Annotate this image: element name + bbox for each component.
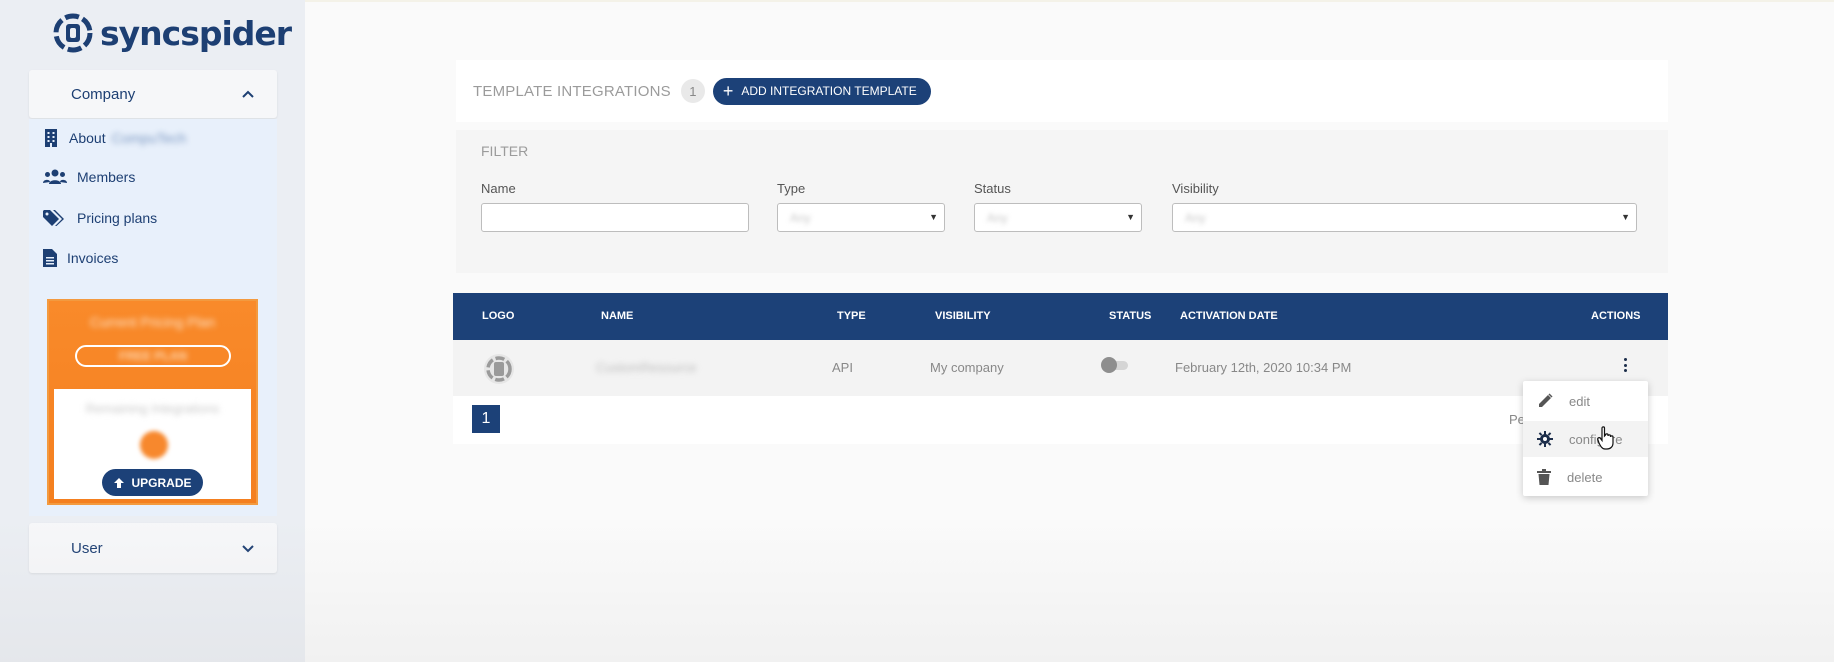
brand-logo[interactable]: syncspider xyxy=(52,12,292,54)
sidebar-item-about[interactable]: About CompuTech xyxy=(43,129,186,147)
row-name[interactable]: CustomResource xyxy=(596,360,696,375)
pagination: 1 Pe xyxy=(453,396,1668,444)
sidebar: syncspider Company About CompuTech Membe… xyxy=(0,0,305,662)
row-visibility: My company xyxy=(930,360,1004,375)
filter-panel: FILTER Name Type Any ▼ Status Any ▼ Visi… xyxy=(456,130,1668,273)
row-actions-kebab-icon[interactable] xyxy=(1619,355,1631,375)
add-integration-template-button[interactable]: + ADD INTEGRATION TEMPLATE xyxy=(712,77,931,105)
table-header: LOGO NAME TYPE VISIBILITY STATUS ACTIVAT… xyxy=(453,293,1668,340)
brand-name: syncspider xyxy=(100,13,292,53)
type-filter-value: Any xyxy=(790,210,811,225)
dropdown-arrow-icon: ▼ xyxy=(929,212,938,222)
chevron-up-icon xyxy=(242,90,254,98)
name-filter-label: Name xyxy=(481,181,516,196)
company-accordion-header[interactable]: Company xyxy=(29,70,277,118)
tags-icon xyxy=(43,210,64,226)
status-toggle[interactable] xyxy=(1100,356,1132,374)
dropdown-arrow-icon: ▼ xyxy=(1126,212,1135,222)
plan-usage-box: Remaining Integrations UPGRADE xyxy=(54,389,251,499)
user-accordion-header[interactable]: User xyxy=(29,523,277,573)
col-activation-date[interactable]: ACTIVATION DATE xyxy=(1180,310,1278,322)
upgrade-label: UPGRADE xyxy=(131,475,192,490)
menu-item-configure[interactable]: configure xyxy=(1523,421,1648,457)
template-integrations-count: 1 xyxy=(680,79,705,103)
type-filter-select[interactable]: Any ▼ xyxy=(777,203,945,232)
type-filter-label: Type xyxy=(777,181,806,196)
integrations-table: LOGO NAME TYPE VISIBILITY STATUS ACTIVAT… xyxy=(453,293,1668,444)
add-integration-template-label: ADD INTEGRATION TEMPLATE xyxy=(741,84,917,98)
upgrade-button[interactable]: UPGRADE xyxy=(102,469,203,496)
company-header-label: Company xyxy=(71,85,136,103)
col-type[interactable]: TYPE xyxy=(837,310,866,322)
name-filter-input[interactable] xyxy=(481,203,749,232)
menu-item-delete-label: delete xyxy=(1567,469,1603,485)
table-row: CustomResource API My company February 1… xyxy=(453,340,1668,396)
plan-name: FREE PLAN xyxy=(118,349,187,363)
menu-item-delete[interactable]: delete xyxy=(1523,459,1648,495)
plan-card-title: Current Pricing Plan xyxy=(89,314,216,330)
plus-icon: + xyxy=(722,81,734,101)
sidebar-item-members[interactable]: Members xyxy=(43,169,135,185)
sidebar-item-members-label: Members xyxy=(77,169,136,185)
row-actions-menu: edit configure delete xyxy=(1523,381,1648,496)
menu-item-edit-label: edit xyxy=(1569,393,1590,409)
company-panel: About CompuTech Members Pricing plans In… xyxy=(29,119,277,516)
template-integrations-title: TEMPLATE INTEGRATIONS xyxy=(473,82,671,100)
building-icon xyxy=(45,129,57,147)
visibility-filter-label: Visibility xyxy=(1172,181,1219,196)
file-icon xyxy=(43,249,57,267)
sidebar-item-about-label: About xyxy=(69,130,106,146)
sidebar-item-pricing-plans[interactable]: Pricing plans xyxy=(43,209,157,227)
status-filter-select[interactable]: Any ▼ xyxy=(974,203,1142,232)
users-icon xyxy=(43,169,67,184)
sidebar-item-invoices-label: Invoices xyxy=(67,250,119,266)
visibility-filter-select[interactable]: Any ▼ xyxy=(1172,203,1637,232)
col-name[interactable]: NAME xyxy=(601,310,633,322)
chevron-down-icon xyxy=(242,545,254,553)
page-button-current[interactable]: 1 xyxy=(472,405,500,433)
row-activation-date: February 12th, 2020 10:34 PM xyxy=(1175,360,1352,375)
gear-icon xyxy=(1537,431,1553,447)
sidebar-item-pricing-plans-label: Pricing plans xyxy=(77,210,158,226)
main-content: TEMPLATE INTEGRATIONS 1 + ADD INTEGRATIO… xyxy=(305,0,1834,662)
arrow-up-circle-icon xyxy=(114,477,125,488)
row-type: API xyxy=(832,360,853,375)
user-header-label: User xyxy=(71,539,103,557)
dropdown-arrow-icon: ▼ xyxy=(1621,212,1630,222)
top-divider xyxy=(305,0,1834,2)
col-visibility[interactable]: VISIBILITY xyxy=(935,310,991,322)
menu-item-configure-label: configure xyxy=(1569,431,1623,447)
plan-name-pill: FREE PLAN xyxy=(75,345,231,367)
col-actions: ACTIONS xyxy=(1591,310,1641,322)
status-filter-value: Any xyxy=(987,210,1008,225)
template-integrations-header: TEMPLATE INTEGRATIONS 1 + ADD INTEGRATIO… xyxy=(456,60,1668,122)
visibility-filter-value: Any xyxy=(1185,210,1206,225)
trash-icon xyxy=(1537,469,1551,485)
col-logo: LOGO xyxy=(482,310,515,322)
company-name-blurred: CompuTech xyxy=(111,130,187,146)
status-filter-label: Status xyxy=(974,181,1011,196)
col-status[interactable]: STATUS xyxy=(1109,310,1151,322)
remaining-integrations-label: Remaining Integrations xyxy=(85,401,220,416)
remaining-count-badge xyxy=(140,431,168,459)
pencil-icon xyxy=(1539,393,1553,407)
integration-logo-icon xyxy=(484,354,514,384)
syncspider-logo-icon xyxy=(53,13,93,53)
sidebar-item-invoices[interactable]: Invoices xyxy=(43,249,118,267)
pricing-plan-card: Current Pricing Plan FREE PLAN Remaining… xyxy=(47,299,258,505)
filter-title: FILTER xyxy=(481,143,529,159)
menu-item-edit[interactable]: edit xyxy=(1523,383,1648,419)
